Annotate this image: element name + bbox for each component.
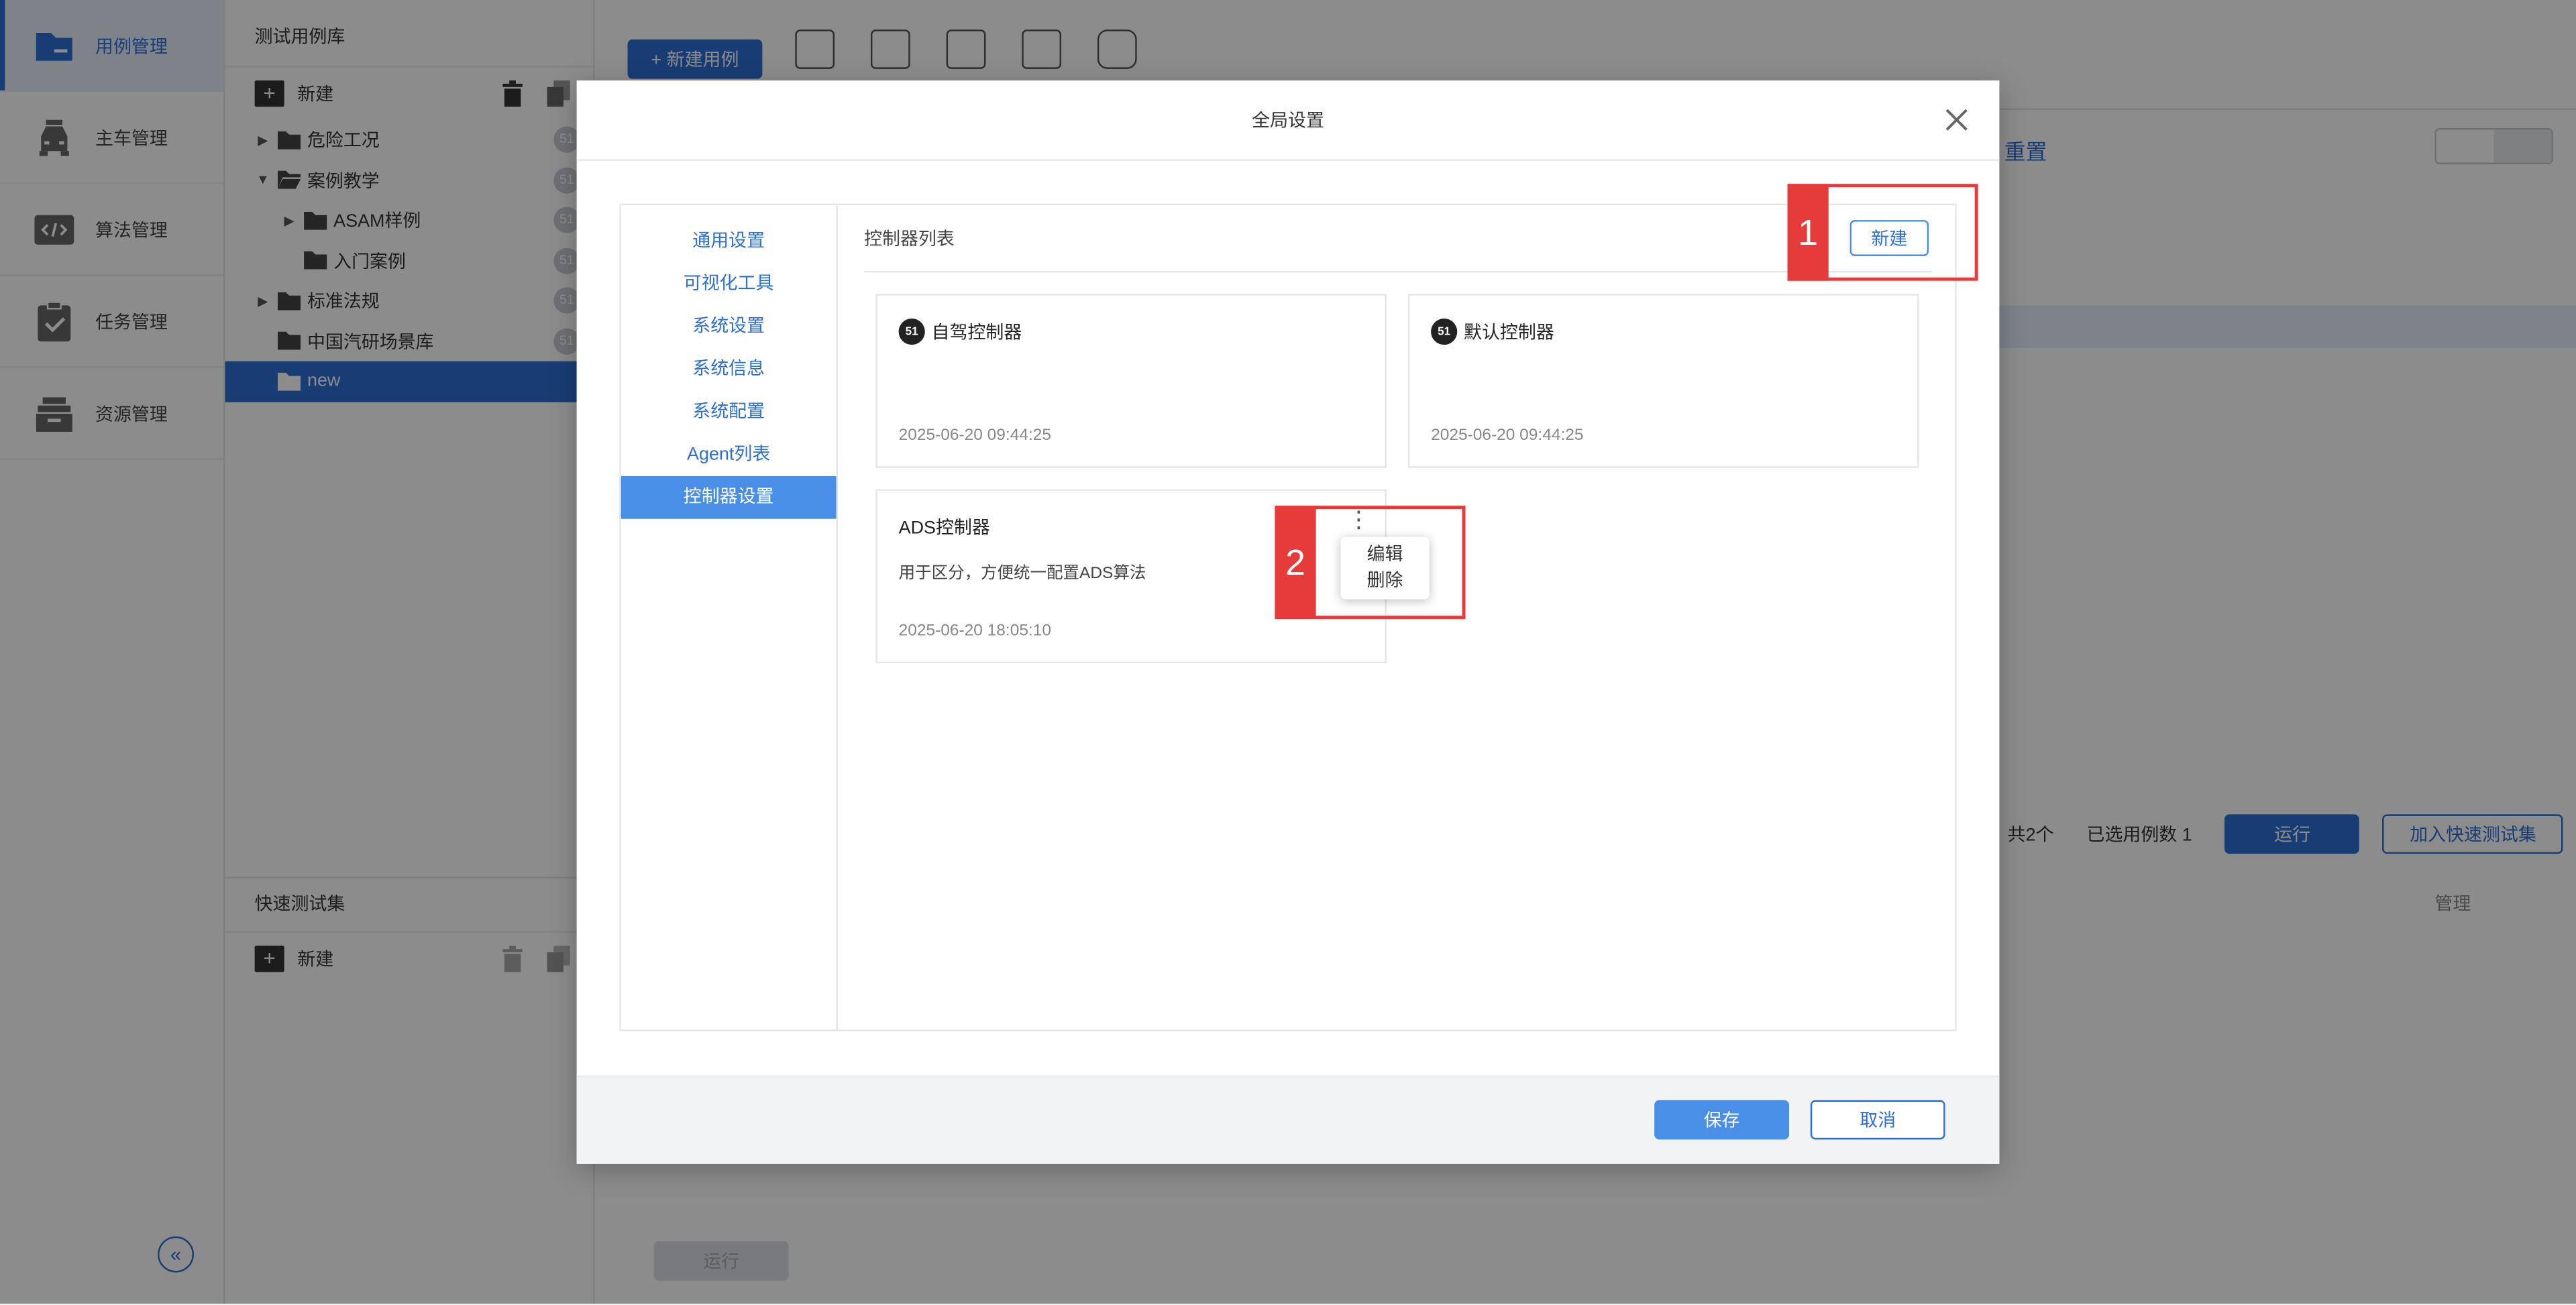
controller-time: 2025-06-20 09:44:25	[898, 427, 1052, 445]
modal-title: 全局设置	[576, 80, 2000, 161]
menu-item-agent-list[interactable]: Agent列表	[621, 433, 837, 476]
cancel-button[interactable]: 取消	[1810, 1100, 1945, 1140]
menu-item-controller-settings[interactable]: 控制器设置	[621, 476, 837, 519]
annotation-label: 1	[1787, 184, 1829, 281]
controller-logo-icon: 51	[1431, 318, 1458, 345]
controller-card[interactable]: 51 自驾控制器 2025-06-20 09:44:25	[875, 294, 1387, 468]
controller-time: 2025-06-20 09:44:25	[1431, 427, 1584, 445]
controller-time: 2025-06-20 18:05:10	[898, 622, 1052, 640]
annotation-label: 2	[1275, 506, 1316, 620]
controller-list-title: 控制器列表	[864, 229, 955, 250]
controller-card[interactable]: 51 默认控制器 2025-06-20 09:44:25	[1407, 294, 1919, 468]
modal-footer: 保存 取消	[576, 1075, 2000, 1164]
menu-item-visualization[interactable]: 可视化工具	[621, 263, 837, 306]
menu-item-system-settings[interactable]: 系统设置	[621, 305, 837, 348]
menu-item-system-config[interactable]: 系统配置	[621, 391, 837, 434]
controller-description: 用于区分，方便统一配置ADS算法	[898, 565, 1146, 583]
global-settings-modal: 全局设置 通用设置 可视化工具 系统设置 系统信息 系统配置 Agent列表 控…	[576, 80, 2000, 1164]
save-button[interactable]: 保存	[1654, 1100, 1789, 1140]
divider	[864, 270, 1933, 273]
menu-item-general[interactable]: 通用设置	[621, 220, 837, 263]
controller-name: 自驾控制器	[931, 323, 1022, 343]
controller-name: ADS控制器	[898, 518, 990, 539]
close-icon[interactable]	[1943, 107, 1970, 133]
menu-item-system-info[interactable]: 系统信息	[621, 348, 837, 391]
controller-name: 默认控制器	[1464, 323, 1554, 343]
controller-logo-icon: 51	[898, 318, 925, 345]
settings-menu: 通用设置 可视化工具 系统设置 系统信息 系统配置 Agent列表 控制器设置	[621, 205, 838, 1030]
